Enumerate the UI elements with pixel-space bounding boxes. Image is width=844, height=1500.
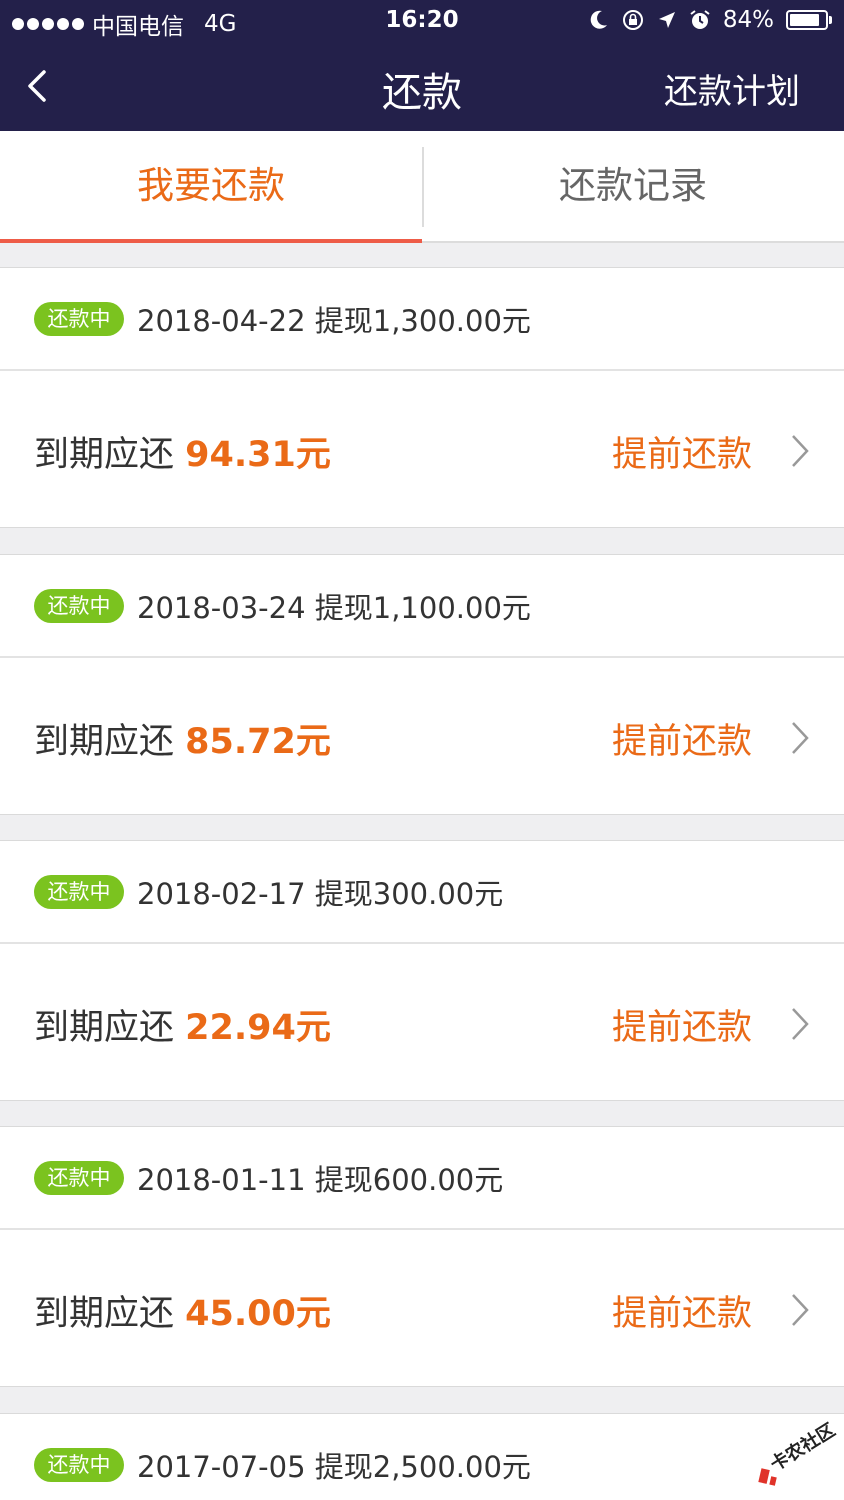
watermark-logo: 卡农社区 xyxy=(758,1419,838,1486)
battery-icon xyxy=(786,10,832,30)
due-label: 到期应还 xyxy=(34,1008,175,1048)
loan-summary: 2018-04-22 提现1,300.00元 xyxy=(137,298,531,340)
status-badge: 还款中 xyxy=(34,875,124,909)
loan-card-header: 还款中 2018-03-24 提现1,100.00元 xyxy=(0,555,844,658)
prepay-button[interactable]: 提前还款 xyxy=(612,1285,752,1336)
chevron-right-icon[interactable] xyxy=(790,720,810,756)
loan-date: 2018-03-24 xyxy=(137,591,306,625)
loan-date: 2018-02-17 xyxy=(137,877,306,911)
status-badge: 还款中 xyxy=(34,1448,124,1482)
loan-card-body[interactable]: 到期应还 94.31元 提前还款 xyxy=(0,371,844,527)
loan-card: 还款中 2018-01-11 提现600.00元 到期应还 45.00元 提前还… xyxy=(0,1126,844,1387)
tab-repay-records[interactable]: 还款记录 xyxy=(422,131,844,243)
loan-card-header: 还款中 2018-04-22 提现1,300.00元 xyxy=(0,268,844,371)
location-arrow-icon xyxy=(658,12,675,28)
loan-card: 还款中 2018-03-24 提现1,100.00元 到期应还 85.72元 提… xyxy=(0,554,844,815)
tab-bar: 我要还款 还款记录 xyxy=(0,131,844,243)
loan-card: 还款中 2017-07-05 提现2,500.00元 xyxy=(0,1413,844,1500)
status-bar: 中国电信 4G 16:20 84% xyxy=(0,0,844,42)
loan-card-body[interactable]: 到期应还 45.00元 提前还款 xyxy=(0,1230,844,1386)
due-info: 到期应还 45.00元 xyxy=(34,1285,331,1336)
battery-percent: 84% xyxy=(722,7,774,33)
loan-date: 2017-07-05 xyxy=(137,1450,306,1484)
due-info: 到期应还 94.31元 xyxy=(34,426,331,477)
active-tab-indicator xyxy=(0,239,422,243)
tab-repay[interactable]: 我要还款 xyxy=(0,131,422,243)
chevron-right-icon[interactable] xyxy=(790,1006,810,1042)
loan-date: 2018-01-11 xyxy=(137,1163,306,1197)
loan-card-body[interactable]: 到期应还 85.72元 提前还款 xyxy=(0,658,844,814)
nav-bar: 还款 还款计划 xyxy=(0,42,844,131)
loan-card-body[interactable]: 到期应还 22.94元 提前还款 xyxy=(0,944,844,1100)
loan-withdraw-amount: 提现600.00元 xyxy=(314,1163,504,1197)
loan-summary: 2018-02-17 提现300.00元 xyxy=(137,871,503,913)
due-amount: 45.00元 xyxy=(185,1294,331,1334)
due-info: 到期应还 22.94元 xyxy=(34,999,331,1050)
due-label: 到期应还 xyxy=(34,722,175,762)
rotation-lock-icon xyxy=(622,10,643,30)
loan-withdraw-amount: 提现1,100.00元 xyxy=(314,591,531,625)
loan-withdraw-amount: 提现2,500.00元 xyxy=(314,1450,531,1484)
repayment-plan-button[interactable]: 还款计划 xyxy=(664,64,800,113)
loan-summary: 2017-07-05 提现2,500.00元 xyxy=(137,1444,531,1486)
due-info: 到期应还 85.72元 xyxy=(34,713,331,764)
status-badge: 还款中 xyxy=(34,302,124,336)
prepay-button[interactable]: 提前还款 xyxy=(612,426,752,477)
due-amount: 94.31元 xyxy=(185,435,331,475)
status-badge: 还款中 xyxy=(34,589,124,623)
chevron-right-icon[interactable] xyxy=(790,433,810,469)
loan-card: 还款中 2018-04-22 提现1,300.00元 到期应还 94.31元 提… xyxy=(0,267,844,528)
loan-card-header: 还款中 2017-07-05 提现2,500.00元 xyxy=(0,1414,844,1500)
moon-icon xyxy=(590,10,607,29)
loan-withdraw-amount: 提现1,300.00元 xyxy=(314,304,531,338)
due-label: 到期应还 xyxy=(34,1294,175,1334)
status-badge: 还款中 xyxy=(34,1161,124,1195)
loan-card-header: 还款中 2018-01-11 提现600.00元 xyxy=(0,1127,844,1230)
prepay-button[interactable]: 提前还款 xyxy=(612,713,752,764)
alarm-icon xyxy=(690,10,710,29)
status-right: 84% xyxy=(589,7,832,33)
chevron-right-icon[interactable] xyxy=(790,1292,810,1328)
prepay-button[interactable]: 提前还款 xyxy=(612,999,752,1050)
loan-summary: 2018-03-24 提现1,100.00元 xyxy=(137,585,531,627)
loan-card: 还款中 2018-02-17 提现300.00元 到期应还 22.94元 提前还… xyxy=(0,840,844,1101)
loan-summary: 2018-01-11 提现600.00元 xyxy=(137,1157,503,1199)
due-amount: 22.94元 xyxy=(185,1008,331,1048)
due-amount: 85.72元 xyxy=(185,722,331,762)
loan-card-header: 还款中 2018-02-17 提现300.00元 xyxy=(0,841,844,944)
loan-withdraw-amount: 提现300.00元 xyxy=(314,877,504,911)
loan-date: 2018-04-22 xyxy=(137,304,306,338)
svg-text:卡农社区: 卡农社区 xyxy=(766,1419,838,1476)
due-label: 到期应还 xyxy=(34,435,175,475)
